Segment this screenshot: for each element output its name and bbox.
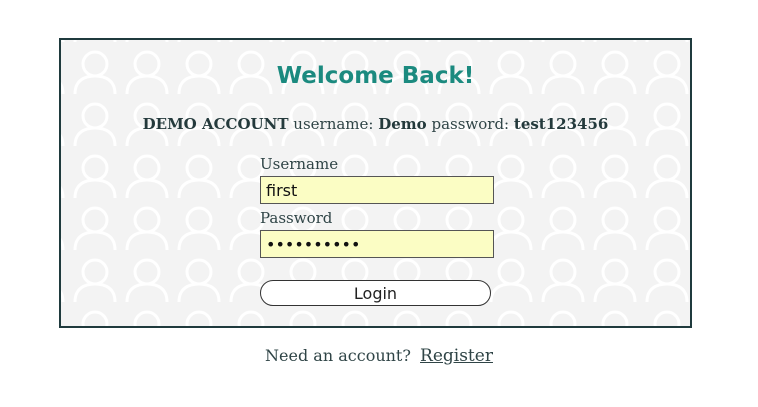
login-card: Welcome Back! DEMO ACCOUNT username: Dem… [59,38,692,328]
username-field[interactable] [260,176,494,204]
demo-account-heading: DEMO ACCOUNT [142,115,289,133]
demo-password-label: password: [431,115,510,133]
demo-password-value: test123456 [513,115,609,133]
username-label: Username [260,155,339,173]
register-prompt: Need an account? Register [0,346,758,366]
demo-username-label: username: [293,115,374,133]
demo-account-info: DEMO ACCOUNT username: Demo password: te… [61,115,690,133]
login-button[interactable]: Login [260,280,491,306]
password-field[interactable] [260,230,494,258]
register-link[interactable]: Register [420,346,493,366]
page-title: Welcome Back! [276,63,475,89]
demo-username-value: Demo [378,115,427,133]
register-prompt-text: Need an account? [265,346,411,365]
password-label: Password [260,209,333,227]
